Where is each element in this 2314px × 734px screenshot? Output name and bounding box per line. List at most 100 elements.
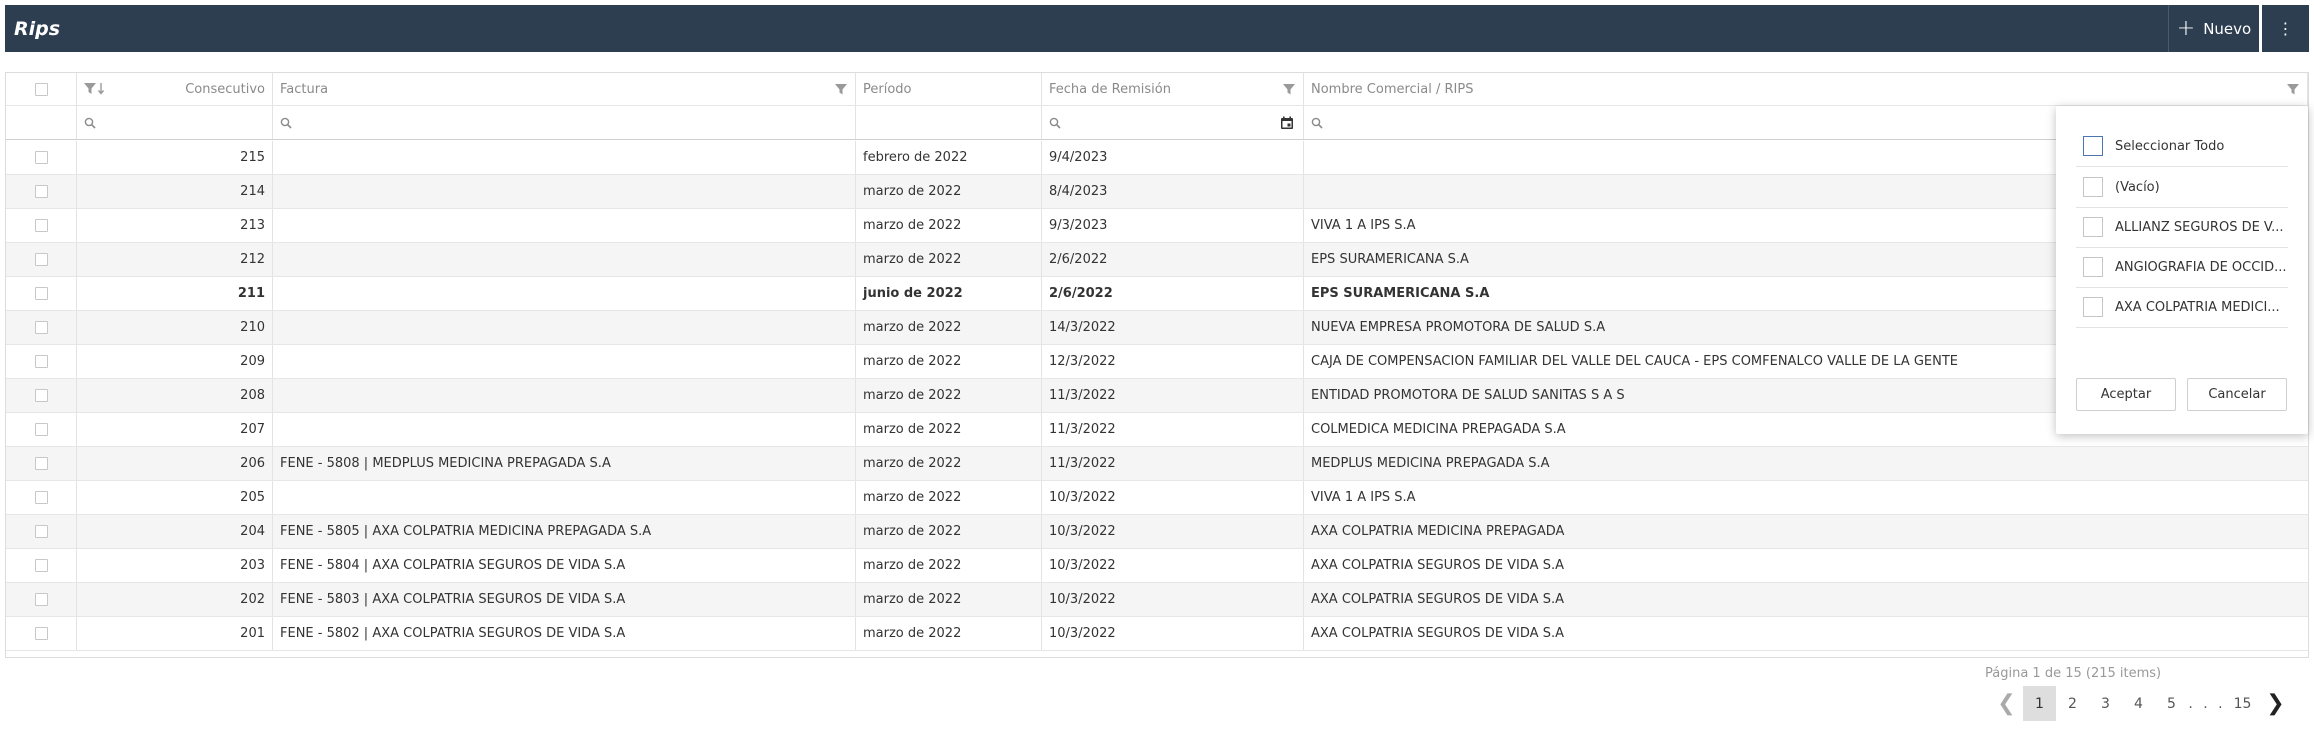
toolbar: Rips + Nuevo ⋮ — [5, 5, 2309, 52]
row-select[interactable] — [6, 277, 77, 310]
filter-sort-icon[interactable] — [84, 82, 106, 96]
filter-option-select-all[interactable]: Seleccionar Todo — [2076, 126, 2288, 167]
filter-factura[interactable] — [273, 106, 856, 139]
row-select[interactable] — [6, 379, 77, 412]
cell-fecha: 10/3/2022 — [1042, 617, 1304, 650]
table-row[interactable]: 210 marzo de 2022 14/3/2022 NUEVA EMPRES… — [6, 311, 2308, 345]
row-select[interactable] — [6, 243, 77, 276]
row-checkbox[interactable] — [34, 593, 48, 606]
filter-icon[interactable] — [2286, 82, 2300, 96]
cell-fecha: 12/3/2022 — [1042, 345, 1304, 378]
row-select[interactable] — [6, 345, 77, 378]
row-checkbox[interactable] — [34, 151, 48, 164]
cell-factura — [273, 175, 856, 208]
filter-option[interactable]: AXA COLPATRIA MEDICI... — [2076, 287, 2288, 328]
header-periodo[interactable]: Período — [856, 73, 1042, 105]
row-select[interactable] — [6, 311, 77, 344]
cell-consecutivo: 201 — [77, 617, 273, 650]
page-3-button[interactable]: 3 — [2089, 686, 2122, 721]
cell-factura: FENE - 5802 | AXA COLPATRIA SEGUROS DE V… — [273, 617, 856, 650]
row-select[interactable] — [6, 175, 77, 208]
row-select[interactable] — [6, 209, 77, 242]
select-all-cell[interactable] — [6, 73, 77, 105]
row-select[interactable] — [6, 515, 77, 548]
row-checkbox[interactable] — [34, 253, 48, 266]
filter-option-checkbox[interactable] — [2083, 136, 2103, 156]
row-select[interactable] — [6, 481, 77, 514]
next-page-button[interactable]: ❯ — [2259, 686, 2292, 721]
page-15-button[interactable]: 15 — [2226, 686, 2259, 721]
cell-fecha: 11/3/2022 — [1042, 413, 1304, 446]
page-1-button[interactable]: 1 — [2023, 686, 2056, 721]
row-checkbox[interactable] — [34, 423, 48, 436]
calendar-icon[interactable] — [1280, 116, 1294, 130]
table-row[interactable]: 207 marzo de 2022 11/3/2022 COLMEDICA ME… — [6, 413, 2308, 447]
filter-icon[interactable] — [834, 82, 848, 96]
table-row[interactable]: 202 FENE - 5803 | AXA COLPATRIA SEGUROS … — [6, 583, 2308, 617]
row-checkbox[interactable] — [34, 627, 48, 640]
select-all-checkbox[interactable] — [34, 82, 48, 96]
table-row[interactable]: 214 marzo de 2022 8/4/2023 — [6, 175, 2308, 209]
table-row[interactable]: 208 marzo de 2022 11/3/2022 ENTIDAD PROM… — [6, 379, 2308, 413]
table-row[interactable]: 215 febrero de 2022 9/4/2023 — [6, 141, 2308, 175]
row-checkbox[interactable] — [34, 321, 48, 334]
cell-nombre: VIVA 1 A IPS S.A — [1311, 490, 1416, 505]
table-row[interactable]: 201 FENE - 5802 | AXA COLPATRIA SEGUROS … — [6, 617, 2308, 651]
cell-fecha: 10/3/2022 — [1042, 515, 1304, 548]
accept-button[interactable]: Aceptar — [2076, 378, 2176, 411]
more-options-button[interactable]: ⋮ — [2259, 5, 2309, 52]
cancel-button[interactable]: Cancelar — [2187, 378, 2287, 411]
new-button[interactable]: + Nuevo — [2168, 5, 2259, 52]
filter-icon[interactable] — [1282, 82, 1296, 96]
filter-consecutivo[interactable] — [77, 106, 273, 139]
table-row[interactable]: 203 FENE - 5804 | AXA COLPATRIA SEGUROS … — [6, 549, 2308, 583]
cell-periodo: marzo de 2022 — [856, 175, 1042, 208]
kebab-icon: ⋮ — [2277, 19, 2294, 38]
page-5-button[interactable]: 5 — [2155, 686, 2188, 721]
cell-consecutivo: 212 — [77, 243, 273, 276]
row-checkbox[interactable] — [34, 287, 48, 300]
table-row[interactable]: 205 marzo de 2022 10/3/2022 VIVA 1 A IPS… — [6, 481, 2308, 515]
table-row[interactable]: 209 marzo de 2022 12/3/2022 CAJA DE COMP… — [6, 345, 2308, 379]
page-4-button[interactable]: 4 — [2122, 686, 2155, 721]
prev-page-button[interactable]: ❮ — [1990, 686, 2023, 721]
header-fecha[interactable]: Fecha de Remisión — [1042, 73, 1304, 105]
header-factura[interactable]: Factura — [273, 73, 856, 105]
row-checkbox[interactable] — [34, 389, 48, 402]
cell-factura: FENE - 5804 | AXA COLPATRIA SEGUROS DE V… — [273, 549, 856, 582]
row-checkbox[interactable] — [34, 525, 48, 538]
filter-periodo[interactable] — [856, 106, 1042, 139]
row-checkbox[interactable] — [34, 559, 48, 572]
table-row[interactable]: 212 marzo de 2022 2/6/2022 EPS SURAMERIC… — [6, 243, 2308, 277]
row-checkbox[interactable] — [34, 355, 48, 368]
row-select[interactable] — [6, 141, 77, 174]
row-select[interactable] — [6, 413, 77, 446]
filter-option-checkbox[interactable] — [2083, 257, 2103, 277]
row-checkbox[interactable] — [34, 491, 48, 504]
row-checkbox[interactable] — [34, 185, 48, 198]
header-consecutivo[interactable]: Consecutivo — [77, 73, 273, 105]
cell-consecutivo: 213 — [77, 209, 273, 242]
filter-option-checkbox[interactable] — [2083, 177, 2103, 197]
row-checkbox[interactable] — [34, 457, 48, 470]
filter-option-checkbox[interactable] — [2083, 297, 2103, 317]
filter-option-checkbox[interactable] — [2083, 217, 2103, 237]
cell-consecutivo: 204 — [77, 515, 273, 548]
table-row[interactable]: 204 FENE - 5805 | AXA COLPATRIA MEDICINA… — [6, 515, 2308, 549]
row-select[interactable] — [6, 447, 77, 480]
row-select[interactable] — [6, 583, 77, 616]
row-checkbox[interactable] — [34, 219, 48, 232]
row-select[interactable] — [6, 617, 77, 650]
filter-option[interactable]: (Vacío) — [2076, 167, 2288, 208]
row-select[interactable] — [6, 549, 77, 582]
page-2-button[interactable]: 2 — [2056, 686, 2089, 721]
cell-consecutivo: 207 — [77, 413, 273, 446]
filter-option[interactable]: ANGIOGRAFIA DE OCCID... — [2076, 247, 2288, 288]
filter-fecha[interactable] — [1042, 106, 1304, 139]
table-row[interactable]: 206 FENE - 5808 | MEDPLUS MEDICINA PREPA… — [6, 447, 2308, 481]
header-nombre[interactable]: Nombre Comercial / RIPS — [1304, 73, 2308, 105]
table-row[interactable]: 213 marzo de 2022 9/3/2023 VIVA 1 A IPS … — [6, 209, 2308, 243]
table-row-focused[interactable]: 211 junio de 2022 2/6/2022 EPS SURAMERIC… — [6, 277, 2308, 311]
filter-option[interactable]: ALLIANZ SEGUROS DE V... — [2076, 207, 2288, 248]
cell-periodo: marzo de 2022 — [856, 209, 1042, 242]
